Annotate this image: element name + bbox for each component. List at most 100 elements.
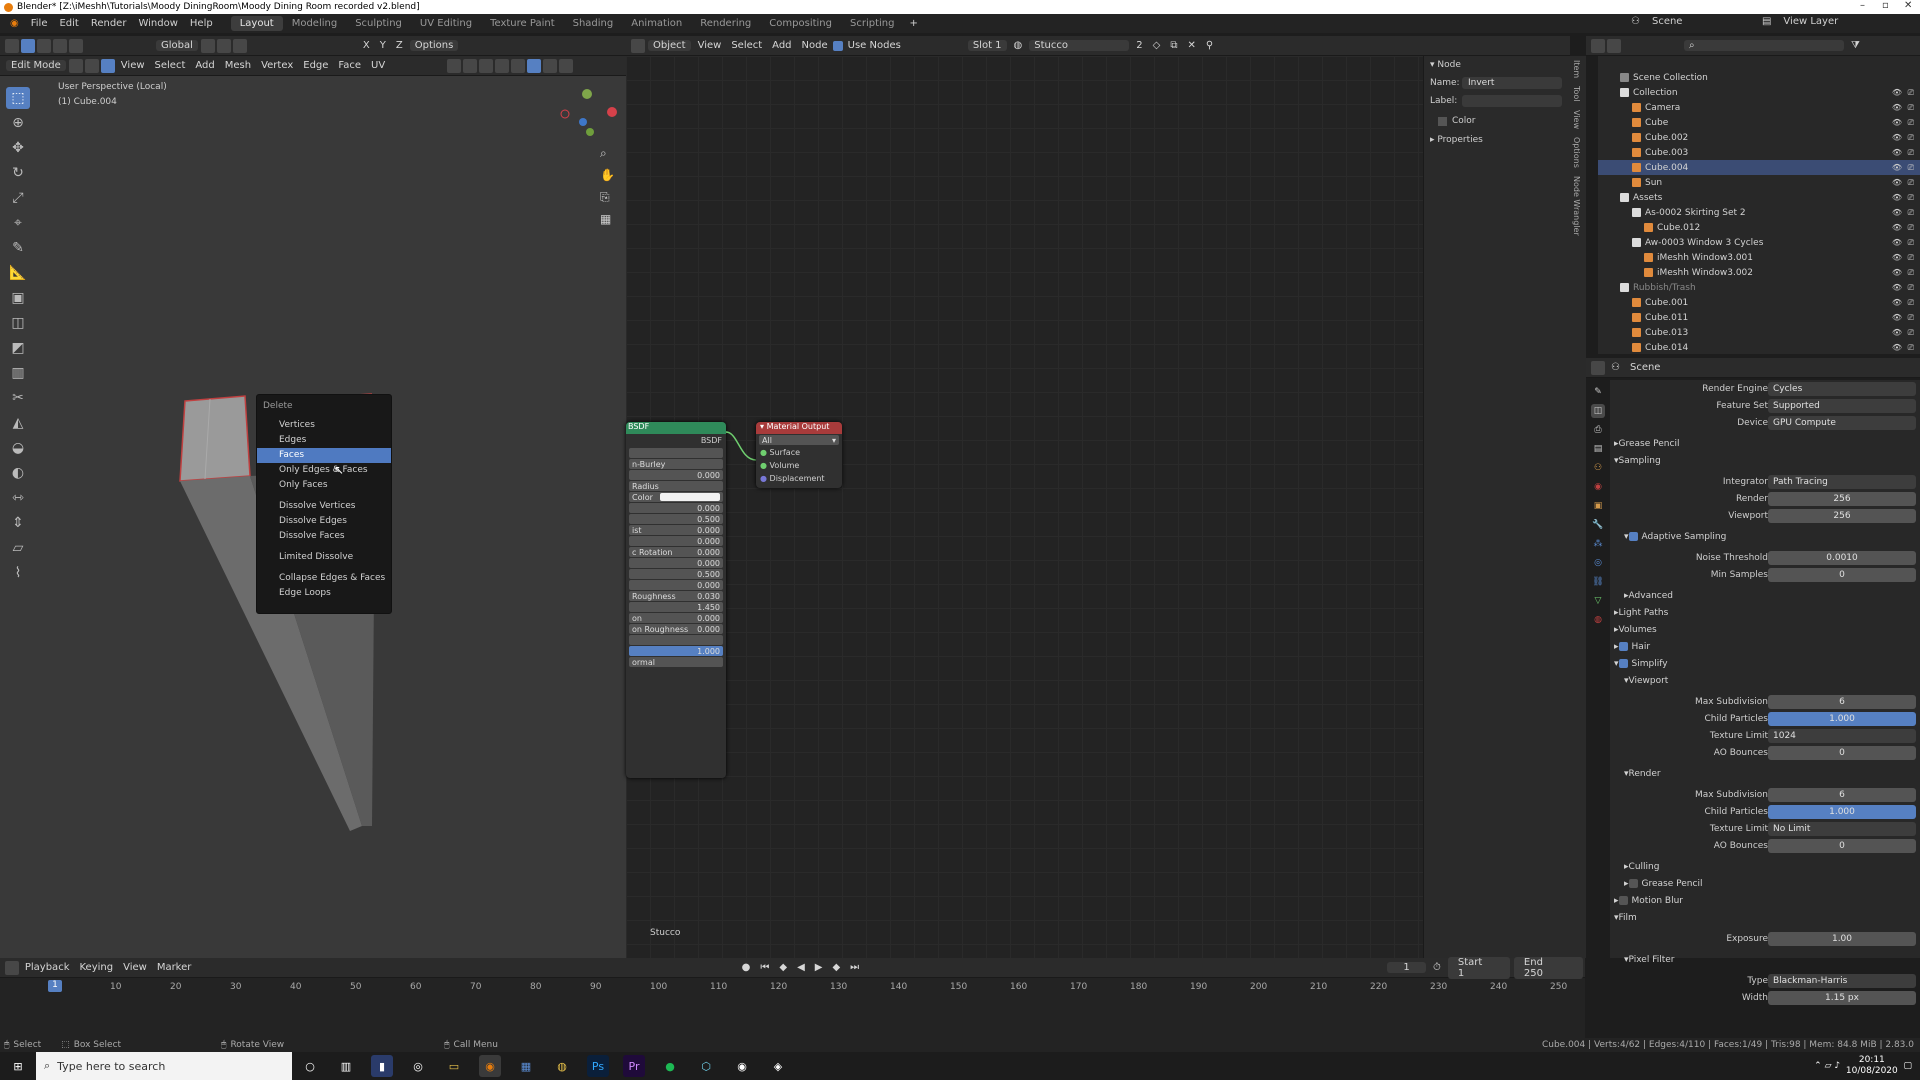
fake-user-icon[interactable]: ◇ <box>1148 40 1166 51</box>
scene-collection-label[interactable]: Scene Collection <box>1633 73 1708 83</box>
menu-window[interactable]: Window <box>132 18 183 29</box>
duplicate-material-icon[interactable]: ⧉ <box>1165 40 1182 51</box>
taskbar-search-box[interactable]: ⌕ Type here to search <box>36 1052 292 1080</box>
timeline-menu-marker[interactable]: Marker <box>152 962 197 973</box>
props-section-header[interactable]: ▸ Light Paths <box>1610 604 1920 621</box>
bevel-tool-icon[interactable]: ◩ <box>6 337 30 359</box>
extrude-tool-icon[interactable]: ▣ <box>6 287 30 309</box>
timeline-menu-keying[interactable]: Keying <box>74 962 118 973</box>
props-section-header[interactable]: ▸ Volumes <box>1610 621 1920 638</box>
zoom-icon[interactable]: ⌕ <box>600 146 607 161</box>
xray-icon[interactable] <box>495 58 510 73</box>
props-number-field[interactable]: 0 <box>1768 745 1916 760</box>
section-checkbox[interactable] <box>1618 642 1628 651</box>
props-number-field[interactable]: 0 <box>1768 838 1916 853</box>
jump-start-icon[interactable]: ⏮ <box>755 962 774 973</box>
bsdf-input-field[interactable]: Color <box>629 492 723 502</box>
bsdf-input-field[interactable]: on 0.000 <box>629 613 723 623</box>
collapse-edges-faces-item[interactable]: Collapse Edges & Faces <box>257 571 391 586</box>
section-checkbox[interactable] <box>1628 879 1638 888</box>
camera-view-icon[interactable]: ⎘ <box>600 190 610 205</box>
node-menu-node[interactable]: Node <box>797 40 833 51</box>
props-dropdown[interactable]: Path Tracing <box>1768 474 1916 489</box>
play-icon[interactable]: ▶ <box>810 962 828 973</box>
spotify-icon[interactable]: ● <box>659 1055 681 1077</box>
props-dropdown[interactable]: 1024 <box>1768 728 1916 743</box>
gizmo-icon[interactable] <box>463 58 478 73</box>
shader-type-dropdown[interactable]: Object <box>648 40 691 51</box>
visibility-eye-icon[interactable]: 👁 <box>1892 313 1902 322</box>
obs-icon[interactable]: ◉ <box>731 1055 753 1077</box>
annotate-tool-icon[interactable]: ✎ <box>6 237 30 259</box>
visibility-eye-icon[interactable]: 👁 <box>1892 88 1902 97</box>
props-section-header[interactable]: ▾ Simplify <box>1610 655 1920 672</box>
face-select-icon[interactable] <box>100 58 115 73</box>
tab-node-wrangler[interactable]: Node Wrangler <box>1570 172 1583 240</box>
node-menu-select[interactable]: Select <box>726 40 767 51</box>
tab-animation[interactable]: Animation <box>622 16 691 31</box>
visibility-eye-icon[interactable]: 👁 <box>1892 238 1902 247</box>
outliner-filter-icon[interactable]: ⧩ <box>1846 40 1865 51</box>
section-checkbox[interactable] <box>1628 532 1638 541</box>
menu-edit[interactable]: Edit <box>53 18 84 29</box>
visibility-eye-icon[interactable]: 👁 <box>1892 298 1902 307</box>
props-number-field[interactable]: 1.00 <box>1768 931 1916 946</box>
edge-loops-item[interactable]: Edge Loops <box>257 586 391 601</box>
current-frame-field[interactable]: 1 <box>1387 962 1427 973</box>
properties-editor-type-icon[interactable] <box>1591 360 1605 375</box>
start-frame-field[interactable]: Start 1 <box>1447 956 1510 979</box>
end-frame-field[interactable]: End 250 <box>1513 956 1584 979</box>
transform-tool-icon[interactable]: ⌖ <box>6 212 30 234</box>
output-target-dropdown[interactable]: All ▾ <box>759 435 839 445</box>
visibility-eye-icon[interactable]: 👁 <box>1892 103 1902 112</box>
viewport-menu-select[interactable]: Select <box>150 60 191 71</box>
scene-selector[interactable]: Scene <box>1646 16 1756 27</box>
visibility-eye-icon[interactable]: 👁 <box>1892 208 1902 217</box>
editor-type-icon[interactable] <box>5 38 19 53</box>
props-number-field[interactable]: 256 <box>1768 508 1916 523</box>
outliner-item[interactable]: Assets 👁 ⎚ <box>1598 190 1920 205</box>
dissolve-edges-item[interactable]: Dissolve Edges <box>257 514 391 529</box>
visibility-eye-icon[interactable]: 👁 <box>1892 343 1902 352</box>
dissolve-faces-item[interactable]: Dissolve Faces <box>257 529 391 544</box>
viewport-menu-add[interactable]: Add <box>190 60 219 71</box>
object-props-tab-icon[interactable]: ▣ <box>1591 499 1605 513</box>
select-extend-icon[interactable] <box>37 38 51 53</box>
edge-select-icon[interactable] <box>84 58 99 73</box>
visibility-eye-icon[interactable]: 👁 <box>1892 118 1902 127</box>
outliner-item[interactable]: Cube.011 👁 ⎚ <box>1598 310 1920 325</box>
render-toggle-icon[interactable]: ⎚ <box>1908 118 1914 128</box>
props-section-header[interactable]: ▸ Motion Blur <box>1610 892 1920 909</box>
world-props-tab-icon[interactable]: ◉ <box>1591 480 1605 494</box>
delete-faces-item[interactable]: Faces <box>257 448 391 463</box>
outliner-search-input[interactable]: ⌕ <box>1684 40 1844 51</box>
outliner-item[interactable]: Cube.013 👁 ⎚ <box>1598 325 1920 340</box>
knife-tool-icon[interactable]: ✂ <box>6 387 30 409</box>
mirror-x-toggle[interactable]: X <box>358 40 375 51</box>
outliner-item[interactable]: Sun 👁 ⎚ <box>1598 175 1920 190</box>
visibility-eye-icon[interactable]: 👁 <box>1892 178 1902 187</box>
bsdf-input-field[interactable]: 0.000 <box>629 536 723 546</box>
bsdf-input-field[interactable]: 0.500 <box>629 569 723 579</box>
delete-vertices-item[interactable]: Vertices <box>257 418 391 433</box>
viewport-menu-face[interactable]: Face <box>333 60 366 71</box>
dissolve-vertices-item[interactable]: Dissolve Vertices <box>257 499 391 514</box>
props-dropdown[interactable]: Supported <box>1768 398 1916 413</box>
tab-compositing[interactable]: Compositing <box>760 16 841 31</box>
props-section-header[interactable]: ▾ Film <box>1610 909 1920 926</box>
task-view-icon[interactable]: ▥ <box>335 1055 357 1077</box>
render-toggle-icon[interactable]: ⎚ <box>1908 268 1914 278</box>
menu-help[interactable]: Help <box>184 18 219 29</box>
props-section-header[interactable]: ▸ Advanced <box>1610 587 1920 604</box>
base-color-swatch[interactable] <box>660 493 720 501</box>
tab-modeling[interactable]: Modeling <box>283 16 347 31</box>
tab-layout[interactable]: Layout <box>230 16 283 31</box>
bsdf-input-field[interactable] <box>629 448 723 458</box>
scale-tool-icon[interactable]: ⤢ <box>6 187 30 209</box>
render-toggle-icon[interactable]: ⎚ <box>1908 283 1914 293</box>
tab-shading[interactable]: Shading <box>564 16 623 31</box>
outliner-item[interactable]: Cube.004 👁 ⎚ <box>1598 160 1920 175</box>
outliner-item[interactable]: Rubbish/Trash 👁 ⎚ <box>1598 280 1920 295</box>
render-toggle-icon[interactable]: ⎚ <box>1908 178 1914 188</box>
node-label-field[interactable] <box>1462 95 1562 107</box>
